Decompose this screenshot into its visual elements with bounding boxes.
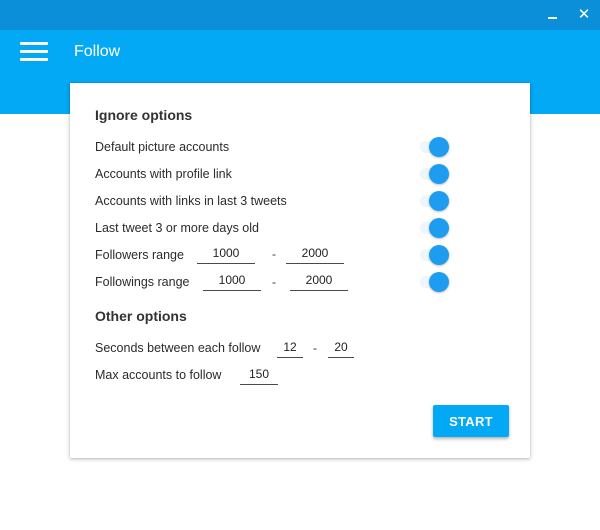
followings-range-toggle[interactable] xyxy=(418,272,452,292)
max-accounts-label: Max accounts to follow xyxy=(95,368,222,382)
followers-max-input[interactable] xyxy=(286,243,344,264)
followings-range-label: Followings range xyxy=(95,275,190,289)
seconds-min-input[interactable] xyxy=(277,337,303,358)
ignore-options-title: Ignore options xyxy=(95,107,193,123)
menu-icon[interactable] xyxy=(20,41,50,63)
default-picture-label: Default picture accounts xyxy=(95,140,230,154)
window-titlebar: ✕ xyxy=(0,0,600,30)
links-in-tweets-label: Accounts with links in last 3 tweets xyxy=(95,194,287,208)
seconds-max-input[interactable] xyxy=(328,337,354,358)
options-card: Ignore options Default picture accounts … xyxy=(70,83,530,458)
close-icon: ✕ xyxy=(577,6,591,23)
last-tweet-old-label: Last tweet 3 or more days old xyxy=(95,221,259,235)
followings-max-input[interactable] xyxy=(290,270,348,291)
profile-link-label: Accounts with profile link xyxy=(95,167,232,181)
followings-range-separator: - xyxy=(272,275,276,289)
followers-min-input[interactable] xyxy=(197,243,255,264)
profile-link-toggle[interactable] xyxy=(418,164,452,184)
default-picture-toggle[interactable] xyxy=(418,137,452,157)
other-options-title: Other options xyxy=(95,308,187,324)
start-button[interactable]: START xyxy=(433,405,509,437)
followers-range-separator: - xyxy=(272,247,276,261)
close-button[interactable]: ✕ xyxy=(575,6,593,24)
seconds-between-label: Seconds between each follow xyxy=(95,341,261,355)
followings-min-input[interactable] xyxy=(203,270,261,291)
minimize-button[interactable] xyxy=(544,6,562,24)
minimize-icon xyxy=(548,17,557,19)
last-tweet-old-toggle[interactable] xyxy=(418,218,452,238)
max-accounts-input[interactable] xyxy=(240,364,278,385)
links-in-tweets-toggle[interactable] xyxy=(418,191,452,211)
page-title: Follow xyxy=(74,43,121,60)
followers-range-toggle[interactable] xyxy=(418,245,452,265)
followers-range-label: Followers range xyxy=(95,248,184,262)
seconds-separator: - xyxy=(313,341,317,355)
